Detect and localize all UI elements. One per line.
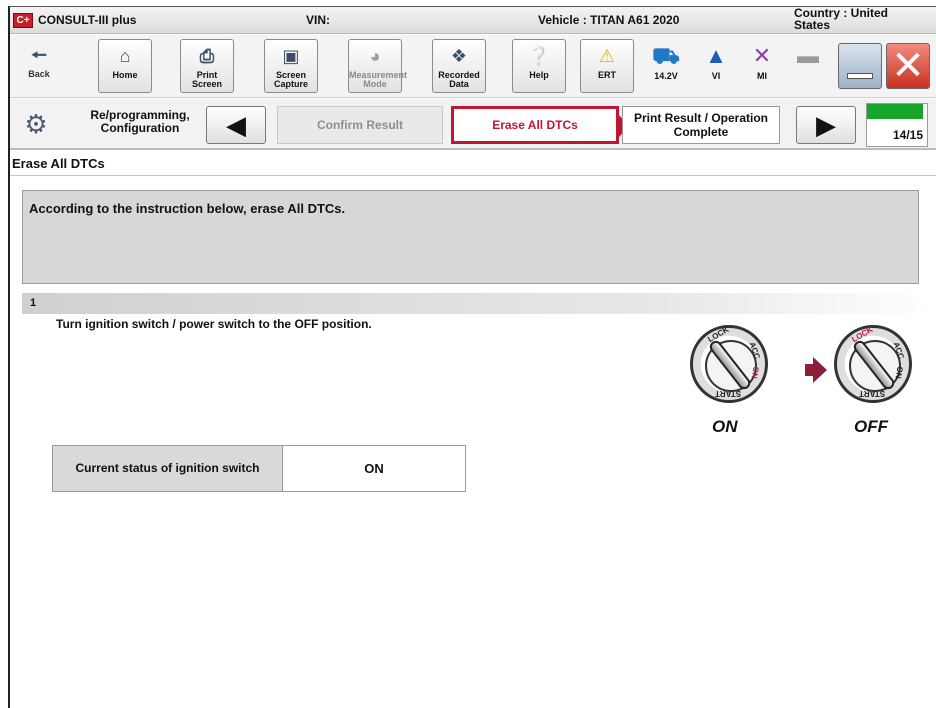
step-erase-all-dtcs[interactable]: Erase All DTCs xyxy=(451,106,629,144)
step-header-bar: 1 xyxy=(22,293,936,314)
app-title: CONSULT-III plus xyxy=(38,13,137,27)
key-blade xyxy=(707,338,753,392)
measurement-icon: ◕ xyxy=(369,46,381,66)
step-progress: 14/15 xyxy=(866,103,928,147)
title-bar: C+ CONSULT-III plus VIN: Vehicle : TITAN… xyxy=(10,7,936,34)
step-confirm-result[interactable]: Confirm Result xyxy=(277,106,443,144)
step-print-result[interactable]: Print Result / Operation Complete xyxy=(622,106,780,144)
battery-voltage: 14.2V xyxy=(654,71,678,81)
progress-fill xyxy=(867,104,923,119)
print-screen-button[interactable]: ⎙ Print Screen xyxy=(180,39,234,93)
device-status: ▬ xyxy=(786,41,830,71)
consult-window: C+ CONSULT-III plus VIN: Vehicle : TITAN… xyxy=(8,6,936,708)
device-icon: ▬ xyxy=(797,43,819,68)
dial-on-label: ON xyxy=(893,365,905,380)
print-screen-label: Print Screen xyxy=(191,70,223,89)
step-number: 1 xyxy=(30,297,37,309)
ignition-off-caption: OFF xyxy=(854,417,888,436)
help-label: Help xyxy=(529,70,549,80)
screen-capture-button[interactable]: ▣ Screen Capture xyxy=(264,39,318,93)
ignition-on-caption: ON xyxy=(712,417,738,436)
step-instruction: Turn ignition switch / power switch to t… xyxy=(56,317,372,331)
left-arrow-icon: ◀ xyxy=(226,110,246,140)
ignition-status-table: Current status of ignition switch ON xyxy=(52,445,466,492)
consult-logo-icon: C+ xyxy=(13,13,33,28)
step-counter: 14/15 xyxy=(892,128,923,142)
vi-signal-icon: ▲ xyxy=(705,43,727,68)
country-label: Country : United States xyxy=(794,6,888,32)
ert-label: ERT xyxy=(598,70,616,80)
recorded-data-icon: ❖ xyxy=(450,46,468,66)
home-icon: ⌂ xyxy=(119,46,131,66)
minimize-button[interactable] xyxy=(838,43,882,89)
printer-icon: ⎙ xyxy=(199,46,215,66)
help-button[interactable]: ❔ Help xyxy=(512,39,566,93)
dial-acc-label: ACC xyxy=(747,340,762,361)
battery-status: ⛟ 14.2V xyxy=(644,41,688,81)
help-icon: ❔ xyxy=(527,46,551,66)
ignition-on-dial-icon: LOCK ACC ON START xyxy=(690,325,768,403)
vi-label: VI xyxy=(711,71,721,81)
mi-label: MI xyxy=(757,71,767,81)
ignition-status-value: ON xyxy=(282,446,465,491)
home-label: Home xyxy=(112,70,138,80)
mi-status: ✕ MI xyxy=(740,41,784,81)
mi-disconnected-icon: ✕ xyxy=(752,43,772,68)
vin-label: VIN: xyxy=(306,13,330,27)
dial-start-label: START xyxy=(715,389,742,398)
back-button[interactable]: 🠔 Back xyxy=(12,39,66,93)
recorded-data-button[interactable]: ❖ Recorded Data xyxy=(432,39,486,93)
reprogramming-icon: ⚙ xyxy=(24,109,48,139)
dial-start-label: START xyxy=(859,389,886,398)
camera-icon: ▣ xyxy=(282,46,300,66)
arrow-right-icon xyxy=(805,357,827,383)
back-label: Back xyxy=(28,69,50,79)
right-arrow-icon: ▶ xyxy=(816,110,836,140)
vi-status: ▲ VI xyxy=(694,41,738,81)
key-blade xyxy=(851,338,897,392)
next-step-button[interactable]: ▶ xyxy=(796,106,856,144)
dial-acc-label: ACC xyxy=(891,340,906,361)
workflow-title: Re/programming, Configuration xyxy=(90,108,190,135)
step-navigation: ⚙ Re/programming, Configuration ◀ Confir… xyxy=(10,99,936,150)
title-divider xyxy=(10,175,936,176)
ignition-off-dial-icon: LOCK ACC ON START xyxy=(834,325,912,403)
page-title: Erase All DTCs xyxy=(12,156,105,171)
car-icon: ⛟ xyxy=(652,43,680,68)
home-button[interactable]: ⌂ Home xyxy=(98,39,152,93)
recorded-data-label: Recorded Data xyxy=(438,70,480,89)
instruction-text: According to the instruction below, eras… xyxy=(29,201,346,216)
instruction-panel: According to the instruction below, eras… xyxy=(22,190,919,284)
ert-button[interactable]: ⚠ ERT xyxy=(580,39,634,93)
back-arrow-icon: 🠔 xyxy=(31,45,47,65)
measurement-mode-label: Measurement Mode xyxy=(349,70,408,89)
screen-capture-label: Screen Capture xyxy=(273,70,308,89)
close-button[interactable]: ✕ xyxy=(886,43,930,89)
ignition-diagram: LOCK ACC ON START LOCK ACC ON START ON O… xyxy=(690,319,930,447)
warning-icon: ⚠ xyxy=(598,46,616,66)
vehicle-label: Vehicle : TITAN A61 2020 xyxy=(538,13,680,27)
dial-on-label: ON xyxy=(749,365,761,380)
ignition-status-label: Current status of ignition switch xyxy=(53,446,282,491)
measurement-mode-button[interactable]: ◕ Measurement Mode xyxy=(348,39,407,93)
toolbar: 🠔 Back ⌂ Home ⎙ Print Screen ▣ Screen Ca… xyxy=(10,35,936,98)
close-icon: ✕ xyxy=(891,44,925,88)
previous-step-button[interactable]: ◀ xyxy=(206,106,266,144)
